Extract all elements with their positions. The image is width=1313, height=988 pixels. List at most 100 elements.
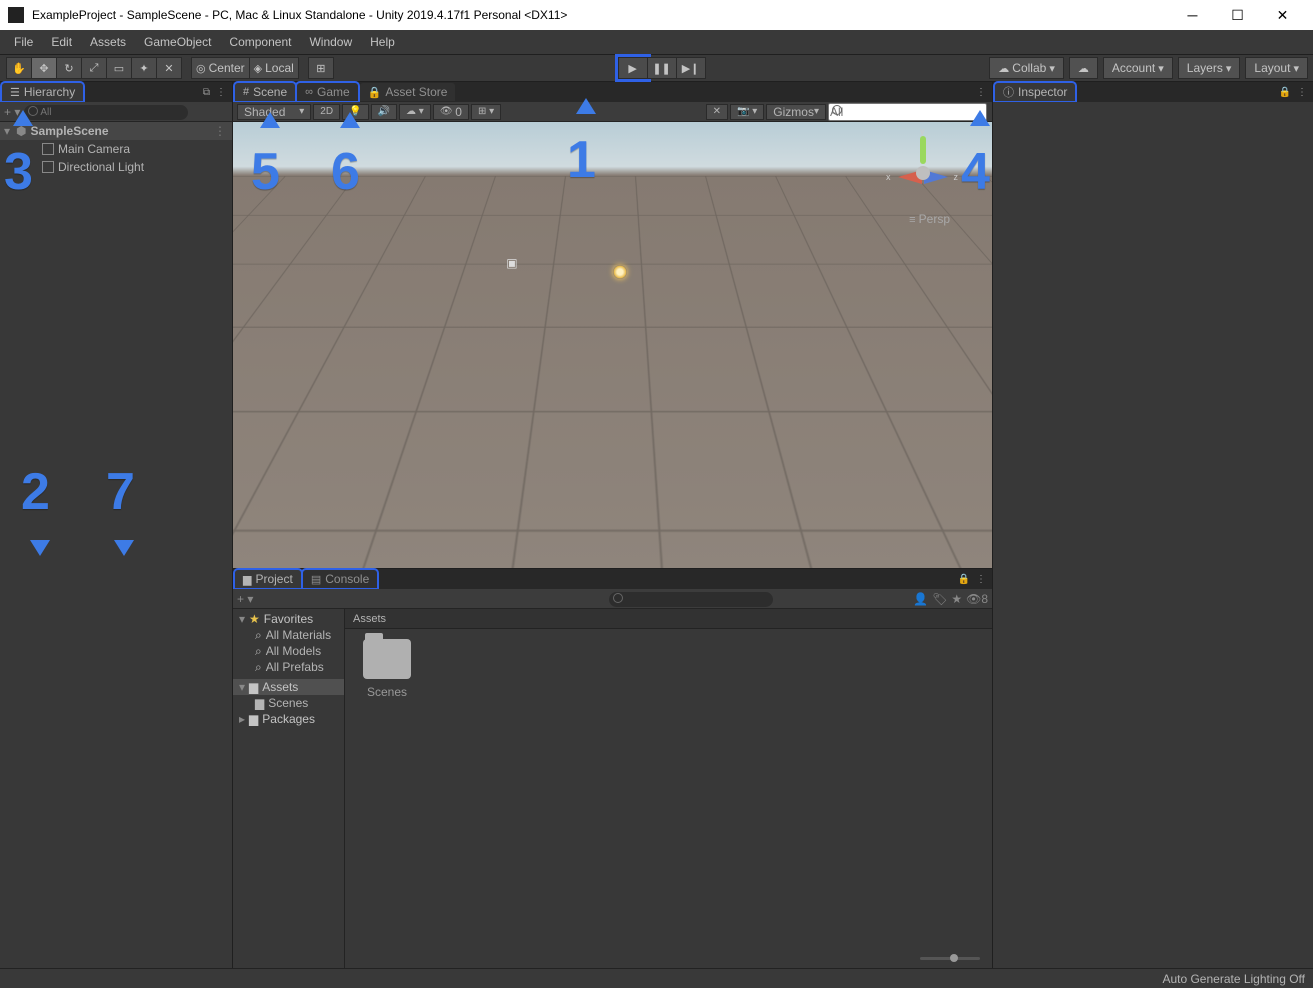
- statusbar: Auto Generate Lighting Off: [0, 968, 1313, 988]
- play-button[interactable]: ▶: [618, 57, 648, 79]
- layers-dropdown[interactable]: Layers ▾: [1178, 57, 1241, 79]
- tab-scene[interactable]: # Scene: [235, 83, 295, 101]
- hand-tool-button[interactable]: ✋: [6, 57, 32, 79]
- custom-tool-button[interactable]: ✕: [156, 57, 182, 79]
- menu-window[interactable]: Window: [301, 33, 360, 51]
- account-dropdown[interactable]: Account ▾: [1103, 57, 1173, 79]
- window-titlebar: ExampleProject - SampleScene - PC, Mac &…: [0, 0, 1313, 30]
- transform-tool-button[interactable]: ✦: [131, 57, 157, 79]
- cloud-button[interactable]: ☁: [1069, 57, 1098, 79]
- filter-type-button[interactable]: 👤: [913, 592, 928, 606]
- playback-group: ▶ ❚❚ ▶❙: [618, 57, 705, 79]
- pivot-center-button[interactable]: ◎Center: [191, 57, 250, 79]
- project-tree: ▾★Favorites ⌕All Materials ⌕All Models ⌕…: [233, 609, 345, 968]
- 2d-toggle-button[interactable]: 2D: [313, 104, 340, 120]
- visibility-button[interactable]: 👁 0: [433, 104, 469, 120]
- star-icon: ★: [249, 612, 260, 626]
- filter-label-button[interactable]: 🏷: [932, 592, 947, 606]
- folder-item-scenes[interactable]: Scenes: [355, 639, 419, 699]
- project-content: Assets Scenes: [345, 609, 992, 968]
- hierarchy-item-main-camera[interactable]: Main Camera: [0, 140, 232, 158]
- projection-label[interactable]: ≡ Persp: [909, 212, 950, 226]
- folder-icon: ▆: [249, 680, 258, 694]
- menu-edit[interactable]: Edit: [43, 33, 80, 51]
- camera-button[interactable]: 📷 ▾: [730, 104, 764, 120]
- hierarchy-search-input[interactable]: [24, 105, 188, 120]
- pause-button[interactable]: ❚❚: [647, 57, 677, 79]
- light-gizmo-icon[interactable]: [613, 265, 627, 279]
- draw-mode-dropdown[interactable]: Shaded ▾: [237, 104, 311, 120]
- orientation-gizmo[interactable]: y x z: [882, 132, 962, 212]
- project-folder-grid[interactable]: Scenes: [345, 629, 992, 948]
- fx-toggle-button[interactable]: ☁ ▾: [399, 104, 431, 120]
- scene-menu-icon[interactable]: ⋮: [214, 124, 226, 138]
- audio-toggle-button[interactable]: 🔊: [371, 104, 397, 120]
- project-lock-icon[interactable]: 🔒: [958, 574, 970, 585]
- hidden-toggle-button[interactable]: 👁8: [966, 592, 988, 606]
- pivot-local-button[interactable]: ◈Local: [249, 57, 299, 79]
- tab-game[interactable]: ∞ Game: [297, 83, 358, 101]
- tab-console[interactable]: ▤ Console: [303, 570, 377, 588]
- rotate-tool-button[interactable]: ↻: [56, 57, 82, 79]
- menu-component[interactable]: Component: [221, 33, 299, 51]
- scene-grid-plane: [233, 176, 992, 568]
- search-icon: ⌕: [255, 644, 262, 659]
- tab-project[interactable]: ▆ Project: [235, 570, 301, 588]
- tab-inspector[interactable]: ⓘ Inspector: [995, 83, 1075, 101]
- lighting-toggle-button[interactable]: 💡: [342, 104, 368, 120]
- hierarchy-scene-row[interactable]: ▾ ⬢ SampleScene ⋮: [0, 122, 232, 140]
- step-button[interactable]: ▶❙: [676, 57, 706, 79]
- maximize-button[interactable]: ☐: [1215, 0, 1260, 30]
- hierarchy-popout-icon[interactable]: ⧉: [203, 87, 210, 98]
- layout-dropdown[interactable]: Layout ▾: [1245, 57, 1308, 79]
- scenes-folder-row[interactable]: ▆Scenes: [233, 695, 344, 711]
- assets-folder-row[interactable]: ▾▆Assets: [233, 679, 344, 695]
- packages-folder-row[interactable]: ▸▆Packages: [233, 711, 344, 727]
- tab-hierarchy[interactable]: ☰ Hierarchy: [2, 83, 83, 101]
- favorite-all-models[interactable]: ⌕All Models: [233, 643, 344, 659]
- menu-gameobject[interactable]: GameObject: [136, 33, 219, 51]
- inspector-menu-icon[interactable]: ⋮: [1297, 87, 1307, 98]
- project-breadcrumb[interactable]: Assets: [345, 609, 992, 629]
- hierarchy-item-directional-light[interactable]: Directional Light: [0, 158, 232, 176]
- menu-assets[interactable]: Assets: [82, 33, 134, 51]
- close-button[interactable]: ✕: [1260, 0, 1305, 30]
- favorite-all-prefabs[interactable]: ⌕All Prefabs: [233, 659, 344, 675]
- favorites-header[interactable]: ▾★Favorites: [233, 611, 344, 627]
- project-menu-icon[interactable]: ⋮: [976, 574, 986, 585]
- gizmos-dropdown[interactable]: Gizmos ▾: [766, 104, 826, 120]
- scene-search-input[interactable]: [828, 103, 987, 121]
- folder-icon: [363, 639, 411, 679]
- project-search-input[interactable]: [609, 592, 773, 607]
- favorite-all-materials[interactable]: ⌕All Materials: [233, 627, 344, 643]
- tools-button[interactable]: ✕: [706, 104, 728, 120]
- assets-label: Assets: [262, 680, 298, 694]
- tab-asset-store[interactable]: 🔒 Asset Store: [360, 83, 456, 101]
- move-tool-button[interactable]: ✥: [31, 57, 57, 79]
- hierarchy-item-label: Directional Light: [58, 160, 144, 174]
- snap-button[interactable]: ⊞: [308, 57, 334, 79]
- inspector-lock-icon[interactable]: 🔒: [1279, 87, 1291, 98]
- scale-tool-button[interactable]: ⤢: [81, 57, 107, 79]
- camera-gizmo-icon[interactable]: ▣: [506, 256, 517, 270]
- axis-y-icon: [920, 136, 926, 164]
- menu-file[interactable]: File: [6, 33, 41, 51]
- project-add-button[interactable]: + ▾: [237, 592, 253, 606]
- minimize-button[interactable]: ─: [1170, 0, 1215, 30]
- rect-tool-button[interactable]: ▭: [106, 57, 132, 79]
- grid-button[interactable]: ⊞ ▾: [471, 104, 501, 120]
- scene-viewport[interactable]: ▣ y x z ≡ Persp: [233, 122, 992, 568]
- scene-view: Shaded ▾ 2D 💡 🔊 ☁ ▾ 👁 0 ⊞ ▾ ✕ 📷 ▾ Gizmos…: [233, 102, 992, 568]
- snap-group: ⊞: [308, 57, 333, 79]
- hierarchy-menu-icon[interactable]: ⋮: [216, 87, 226, 98]
- center-column: # Scene ∞ Game 🔒 Asset Store ⋮ Shaded ▾ …: [233, 82, 993, 968]
- toolbar: ✋ ✥ ↻ ⤢ ▭ ✦ ✕ ◎Center ◈Local ⊞ ▶ ❚❚ ▶❙ ☁…: [0, 54, 1313, 82]
- unity-icon: ⬢: [16, 124, 26, 138]
- collab-dropdown[interactable]: ☁ Collab ▾: [989, 57, 1064, 79]
- icon-size-slider[interactable]: [920, 957, 980, 960]
- hierarchy-add-button[interactable]: + ▾: [4, 105, 20, 119]
- axis-x-label: x: [886, 172, 891, 182]
- scene-menu-icon[interactable]: ⋮: [976, 87, 986, 98]
- menu-help[interactable]: Help: [362, 33, 403, 51]
- filter-favorite-button[interactable]: ★: [951, 592, 962, 606]
